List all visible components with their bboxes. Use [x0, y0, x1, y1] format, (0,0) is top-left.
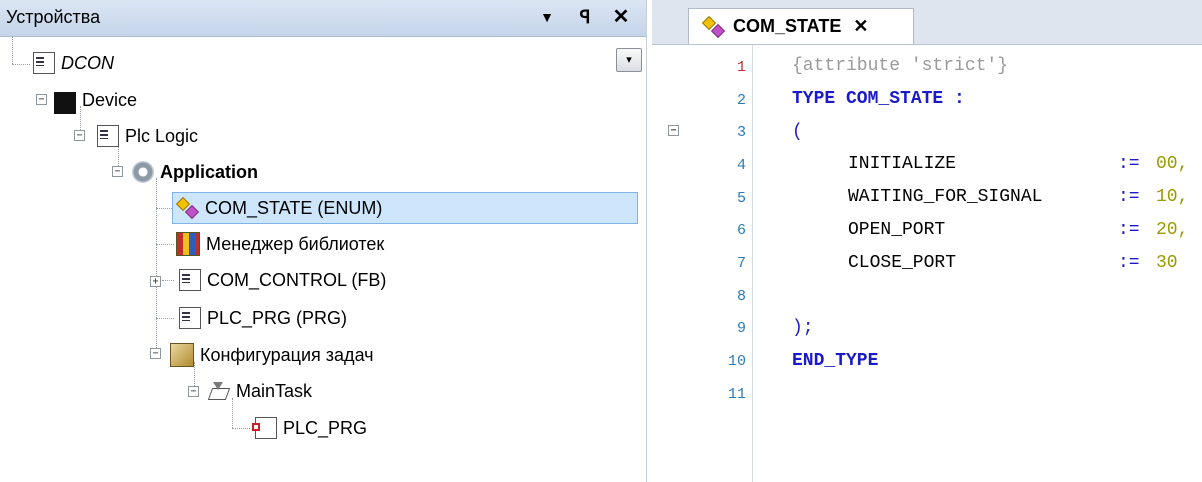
device-icon [54, 91, 76, 114]
library-manager-icon [176, 232, 200, 256]
assign-operator: := [1118, 220, 1140, 240]
line-number-gutter: 1 2 3 4 5 6 7 8 9 10 11 − [652, 45, 753, 482]
tree-connector [232, 428, 250, 429]
enum-member-name: OPEN_PORT [848, 220, 946, 240]
tree-node-plc-logic[interactable]: Plc Logic [94, 121, 198, 151]
tree-node-label: PLC_PRG (PRG) [207, 307, 348, 328]
tree-connector [156, 244, 174, 245]
assign-operator: := [1118, 154, 1140, 174]
collapse-task-config-button[interactable]: − [150, 348, 161, 359]
line-number: 8 [736, 288, 746, 305]
fold-toggle-button[interactable]: − [668, 125, 679, 136]
devices-panel-title: Устройства [6, 7, 101, 27]
tree-node-com-state[interactable]: COM_STATE (ENUM) [172, 192, 638, 224]
enum-member-name: CLOSE_PORT [848, 253, 957, 273]
close-icon[interactable]: ✕ [610, 6, 632, 28]
enum-member-name: WAITING_FOR_SIGNAL [848, 187, 1043, 207]
enum-member-name: INITIALIZE [848, 154, 957, 174]
task-config-icon [170, 343, 194, 367]
tree-node-plc-prg[interactable]: PLC_PRG (PRG) [176, 303, 347, 333]
enum-member-value: 00, [1156, 154, 1189, 174]
tree-node-label: COM_STATE (ENUM) [205, 197, 383, 218]
tree-node-label: DCON [61, 52, 114, 73]
tree-node-label: PLC_PRG [283, 417, 368, 438]
tree-node-device[interactable]: Device [54, 85, 137, 115]
line-number: 2 [736, 92, 746, 109]
tree-node-label: MainTask [236, 380, 313, 401]
task-icon [208, 380, 230, 402]
enum-member-value: 10, [1156, 187, 1189, 207]
enum-member-value: 30 [1156, 253, 1178, 273]
application-icon [132, 161, 154, 183]
code-line: END_TYPE [792, 351, 879, 371]
editor-tab-bar: COM_STATE ✕ [652, 0, 1202, 45]
tree-node-label: Конфигурация задач [200, 344, 374, 365]
code-line: {attribute 'strict'} [792, 56, 1009, 76]
devices-panel-titlebar: Устройства ▼ ꟼ ✕ [0, 0, 646, 37]
tree-connector [162, 280, 174, 281]
line-number: 3 [736, 124, 746, 141]
tab-com-state[interactable]: COM_STATE ✕ [688, 8, 914, 44]
pin-icon[interactable]: ꟼ [574, 6, 596, 28]
line-number: 9 [736, 320, 746, 337]
tree-connector [12, 36, 13, 64]
tree-connector [156, 178, 157, 354]
program-icon [179, 307, 201, 329]
tree-node-maintask[interactable]: MainTask [208, 376, 312, 406]
tree-node-label: Application [160, 161, 258, 182]
collapse-maintask-button[interactable]: − [188, 386, 199, 397]
code-line: TYPE COM_STATE : [792, 84, 965, 114]
tree-node-application[interactable]: Application [132, 157, 258, 187]
collapse-application-button[interactable]: − [112, 166, 123, 177]
enum-member-value: 20, [1156, 220, 1189, 240]
code-text: TYPE COM_STATE : [792, 89, 965, 109]
tab-label: COM_STATE [733, 16, 842, 36]
line-number: 6 [736, 222, 746, 239]
collapse-plc-logic-button[interactable]: − [74, 130, 85, 141]
line-number: 1 [736, 59, 746, 76]
tree-node-com-control[interactable]: COM_CONTROL (FB) [176, 265, 386, 295]
combo-dropdown-button[interactable]: ▾ [616, 48, 642, 72]
plc-logic-icon [97, 125, 119, 147]
collapse-device-button[interactable]: − [36, 94, 47, 105]
tree-node-plc-prg-call[interactable]: PLC_PRG [252, 413, 367, 443]
tree-connector [156, 318, 174, 319]
line-number: 7 [736, 255, 746, 272]
tree-node-dcon[interactable]: DCON [30, 48, 114, 78]
tree-connector [12, 64, 30, 65]
line-number: 11 [727, 386, 746, 403]
tree-node-task-config[interactable]: Конфигурация задач [170, 340, 374, 370]
line-number: 4 [736, 157, 746, 174]
tree-node-label: COM_CONTROL (FB) [207, 269, 387, 290]
line-number: 10 [727, 353, 746, 370]
expand-com-control-button[interactable]: + [150, 276, 161, 287]
devices-panel: Устройства ▼ ꟼ ✕ ▾ − − − + − − DCON Devi… [0, 0, 647, 482]
tree-node-label: Device [82, 89, 138, 110]
panel-menu-dropdown-icon[interactable]: ▼ [536, 6, 558, 28]
project-icon [33, 52, 55, 74]
function-block-icon [179, 269, 201, 291]
code-area[interactable]: {attribute 'strict'} TYPE COM_STATE : ( … [792, 45, 1202, 482]
code-line: ( [792, 122, 803, 142]
tab-close-icon[interactable]: ✕ [853, 16, 868, 37]
tree-node-label: Менеджер библиотек [206, 233, 385, 254]
code-line: ); [792, 318, 814, 338]
program-call-icon [252, 417, 277, 439]
line-number: 5 [736, 190, 746, 207]
assign-operator: := [1118, 253, 1140, 273]
enum-icon [703, 16, 725, 38]
tree-node-library-manager[interactable]: Менеджер библиотек [176, 229, 384, 259]
tree-node-label: Plc Logic [125, 125, 199, 146]
enum-icon [177, 197, 199, 219]
assign-operator: := [1118, 187, 1140, 207]
code-editor: COM_STATE ✕ 1 2 3 4 5 6 7 8 9 10 11 − {a… [652, 0, 1202, 482]
